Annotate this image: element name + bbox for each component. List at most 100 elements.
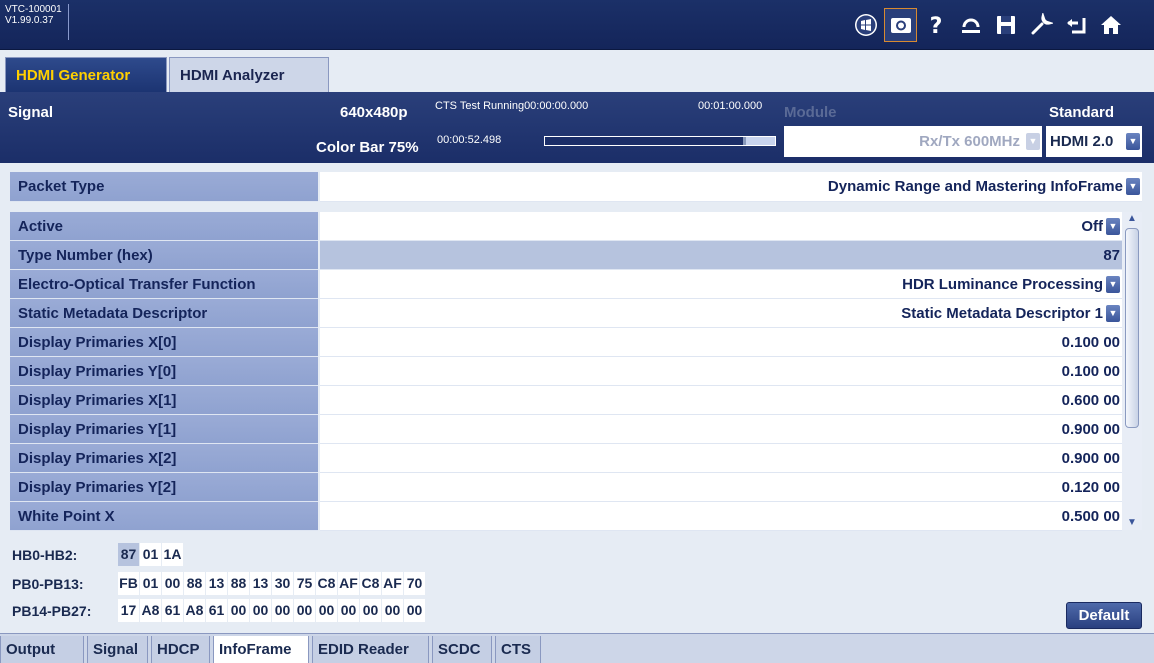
tab-scdc[interactable]: SCDC [432,636,492,663]
standard-label: Standard [1049,104,1115,121]
packet-type-label: Packet Type [10,172,318,202]
param-label: Display Primaries X[1] [10,386,318,415]
hex-cell: 17 [118,599,139,622]
param-value: 0.100 00 [1061,333,1120,351]
param-value: HDR Luminance Processing [902,275,1103,293]
display-primaries-x0-input[interactable]: 0.100 00 [320,328,1122,357]
param-value: 0.100 00 [1061,362,1120,380]
tab-hdmi-analyzer[interactable]: HDMI Analyzer [169,57,329,92]
param-value: Off [1081,217,1103,235]
progress-fill [545,137,746,145]
progress-marker [743,137,746,145]
cts-status: CTS Test Running00:00:00.000 [435,100,589,112]
chevron-down-icon[interactable]: ▼ [1106,304,1120,322]
tab-edid-reader[interactable]: EDID Reader [312,636,429,663]
chevron-down-icon[interactable]: ▼ [1126,178,1140,195]
hex-dump: HB0-HB2: 87 01 1A PB0-PB13: FB 01 00 88 13 88 13… [10,540,570,627]
display-primaries-y2-input[interactable]: 0.120 00 [320,473,1122,502]
param-label: Type Number (hex) [10,241,318,270]
chevron-down-icon[interactable]: ▼ [1126,133,1140,150]
hex-cell: C8 [316,572,337,595]
default-button[interactable]: Default [1066,602,1142,629]
hex-cell: 01 [140,572,161,595]
standard-select[interactable]: HDMI 2.0 ▼ [1046,126,1142,157]
help-icon[interactable]: ? [919,8,952,42]
hex-cell: 61 [162,599,183,622]
hex-cell: 87 [118,543,139,566]
tab-cts[interactable]: CTS [495,636,541,663]
hex-cell: 88 [228,572,249,595]
static-metadata-select[interactable]: Static Metadata Descriptor 1 ▼ [320,299,1122,328]
hex-cell: 00 [360,599,381,622]
title-bar: VTC-100001 V1.99.0.37 ? [0,0,1154,50]
windows-icon[interactable] [849,8,882,42]
active-select[interactable]: Off ▼ [320,212,1122,241]
param-row-display-primaries-y2: Display Primaries Y[2] 0.120 00 [10,473,1122,502]
eotf-select[interactable]: HDR Luminance Processing ▼ [320,270,1122,299]
param-value: 0.120 00 [1061,478,1120,496]
param-label: Static Metadata Descriptor [10,299,318,328]
hex-cell: A8 [140,599,161,622]
undo-icon[interactable] [954,8,987,42]
hex-cell: 88 [184,572,205,595]
param-row-white-point-x: White Point X 0.500 00 [10,502,1122,531]
scroll-up-icon[interactable]: ▲ [1124,212,1140,226]
home-icon[interactable] [1094,8,1127,42]
display-primaries-y0-input[interactable]: 0.100 00 [320,357,1122,386]
tab-output[interactable]: Output [0,636,84,663]
param-label: Electro-Optical Transfer Function [10,270,318,299]
module-select[interactable]: Rx/Tx 600MHz ▼ [784,126,1042,157]
save-icon[interactable] [989,8,1022,42]
back-icon[interactable] [1059,8,1092,42]
display-primaries-x2-input[interactable]: 0.900 00 [320,444,1122,473]
infoframe-parameter-list: Active Off ▼ Type Number (hex) 87 Electro… [10,212,1142,531]
packet-type-select[interactable]: Dynamic Range and Mastering InfoFrame ▼ [320,172,1142,202]
chevron-down-icon[interactable]: ▼ [1106,275,1120,293]
param-label: Display Primaries Y[0] [10,357,318,386]
tab-hdcp[interactable]: HDCP [151,636,210,663]
hex-cell: 00 [316,599,337,622]
module-value: Rx/Tx 600MHz [919,133,1020,150]
chevron-down-icon[interactable]: ▼ [1026,133,1040,150]
hex-cell: 00 [294,599,315,622]
param-row-display-primaries-x2: Display Primaries X[2] 0.900 00 [10,444,1122,473]
hex-cell: 00 [404,599,425,622]
tab-infoframe[interactable]: InfoFrame [213,636,309,663]
param-value: 0.900 00 [1061,420,1120,438]
signal-resolution: 640x480p [340,104,408,121]
chevron-down-icon[interactable]: ▼ [1106,217,1120,235]
camera-icon[interactable] [884,8,917,42]
param-row-static-metadata: Static Metadata Descriptor Static Metada… [10,299,1122,328]
hex-cell: AF [338,572,359,595]
param-value: 0.500 00 [1061,507,1120,525]
hex-label: PB14-PB27: [12,602,92,619]
packet-type-value: Dynamic Range and Mastering InfoFrame [827,178,1123,195]
param-label: White Point X [10,502,318,531]
param-value: 0.900 00 [1061,449,1120,467]
hex-cell: AF [382,572,403,595]
scroll-down-icon[interactable]: ▼ [1124,516,1140,530]
param-label: Display Primaries X[2] [10,444,318,473]
scrollbar-thumb[interactable] [1125,228,1139,428]
param-value: Static Metadata Descriptor 1 [901,304,1103,322]
hex-cell: 1A [162,543,183,566]
cts-end-time: 00:01:00.000 [698,100,763,112]
wrench-icon[interactable] [1024,8,1057,42]
hex-cell: A8 [184,599,205,622]
param-row-display-primaries-y1: Display Primaries Y[1] 0.900 00 [10,415,1122,444]
standard-value: HDMI 2.0 [1050,133,1114,150]
tab-signal[interactable]: Signal [87,636,148,663]
signal-label: Signal [8,104,54,121]
svg-text:?: ? [929,14,942,37]
white-point-x-input[interactable]: 0.500 00 [320,502,1122,531]
display-primaries-x1-input[interactable]: 0.600 00 [320,386,1122,415]
device-info: VTC-100001 V1.99.0.37 [5,4,69,40]
display-primaries-y1-input[interactable]: 0.900 00 [320,415,1122,444]
param-row-display-primaries-y0: Display Primaries Y[0] 0.100 00 [10,357,1122,386]
param-label: Active [10,212,318,241]
param-label: Display Primaries Y[1] [10,415,318,444]
list-scrollbar[interactable]: ▲ ▼ [1122,212,1142,530]
hex-cell: 00 [162,572,183,595]
tab-hdmi-generator[interactable]: HDMI Generator [5,57,167,92]
hex-cell: 13 [250,572,271,595]
